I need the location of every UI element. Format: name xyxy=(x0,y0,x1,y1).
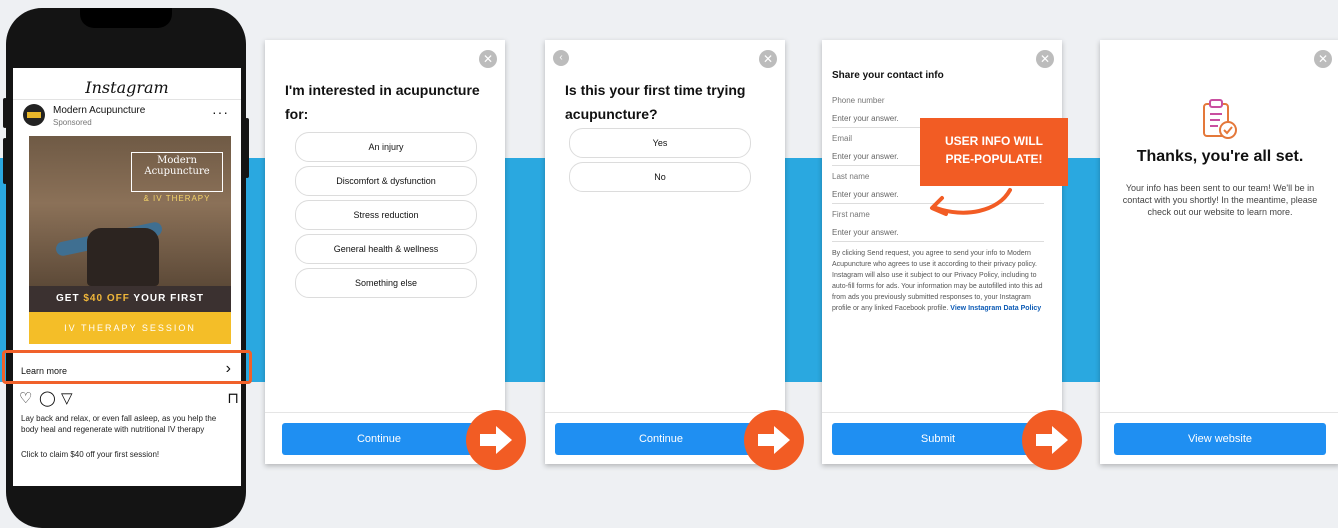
ad-promo-text: GET xyxy=(56,293,84,304)
option-button[interactable]: Yes xyxy=(569,128,751,158)
divider xyxy=(822,412,1062,413)
close-icon[interactable]: ✕ xyxy=(1314,50,1332,68)
privacy-disclaimer: By clicking Send request, you agree to s… xyxy=(832,248,1046,314)
phone-side-button xyxy=(245,118,249,178)
learn-more-highlight xyxy=(2,350,252,384)
thanks-message: Your info has been sent to our team! We'… xyxy=(1122,183,1318,217)
view-website-button[interactable]: View website xyxy=(1114,423,1326,455)
form-title: Share your contact info xyxy=(832,70,944,81)
phone-notch xyxy=(80,8,172,28)
close-icon[interactable]: ✕ xyxy=(1036,50,1054,68)
divider xyxy=(13,99,241,100)
option-button[interactable]: Discomfort & dysfunction xyxy=(295,166,477,196)
data-policy-link[interactable]: View Instagram Data Policy xyxy=(950,305,1041,312)
ad-promo-highlight: $40 OFF xyxy=(83,293,130,304)
first-name-field[interactable]: Enter your answer. xyxy=(832,228,1044,242)
account-name[interactable]: Modern Acupuncture xyxy=(53,105,145,116)
ad-brand-line: Acupuncture xyxy=(144,166,210,177)
option-button[interactable]: General health & wellness xyxy=(295,234,477,264)
bookmark-icon[interactable]: ⊓ xyxy=(227,390,239,408)
phone-side-button xyxy=(3,138,7,184)
divider xyxy=(1100,412,1338,413)
continue-button[interactable]: Continue xyxy=(555,423,767,455)
form-card-thanks: ✕ Thanks, you're all set. Your info has … xyxy=(1100,40,1338,464)
close-icon[interactable]: ✕ xyxy=(479,50,497,68)
form-card-first-time: ‹ ✕ Is this your first time trying acupu… xyxy=(545,40,785,464)
ad-photo: Modern Acupuncture & IV THERAPY xyxy=(29,136,231,286)
divider xyxy=(545,412,785,413)
question-title: Is this your first time trying acupunctu… xyxy=(565,82,746,122)
continue-button[interactable]: Continue xyxy=(282,423,476,455)
last-name-label: Last name xyxy=(832,172,870,181)
avatar[interactable] xyxy=(23,104,45,126)
ad-promo-text: YOUR FIRST xyxy=(129,293,204,304)
ad-session-banner: IV THERAPY SESSION xyxy=(29,312,231,344)
callout-line: USER INFO WILL xyxy=(945,134,1043,148)
post-claim: Click to claim $40 off your first sessio… xyxy=(21,450,160,459)
ad-brand-sub: & IV THERAPY xyxy=(143,194,211,203)
curved-arrow-icon xyxy=(930,188,1012,216)
option-button[interactable]: Something else xyxy=(295,268,477,298)
instagram-screen: Instagram Modern Acupuncture Sponsored ·… xyxy=(13,68,241,486)
phone-mockup: Instagram Modern Acupuncture Sponsored ·… xyxy=(3,8,249,528)
next-arrow-icon xyxy=(1022,410,1082,470)
phone-side-button xyxy=(3,98,7,128)
option-button[interactable]: Stress reduction xyxy=(295,200,477,230)
ad-brand-logo: Modern Acupuncture & IV THERAPY xyxy=(131,152,223,203)
ad-promo: GET $40 OFF YOUR FIRST xyxy=(29,286,231,312)
comment-icon[interactable]: ◯ xyxy=(39,390,56,408)
heart-icon[interactable]: ♡ xyxy=(19,390,32,408)
post-caption: Lay back and relax, or even fall asleep,… xyxy=(21,414,217,434)
thanks-title: Thanks, you're all set. xyxy=(1136,148,1304,165)
ad-brand-line: Modern xyxy=(157,155,197,166)
close-icon[interactable]: ✕ xyxy=(759,50,777,68)
ad-image[interactable]: Modern Acupuncture & IV THERAPY GET $40 … xyxy=(29,136,231,344)
post-actions: ♡ ◯ ▽ ⊓ xyxy=(19,390,239,408)
disclaimer-text: By clicking Send request, you agree to s… xyxy=(832,250,1043,312)
prepopulate-callout: USER INFO WILL PRE-POPULATE! xyxy=(920,118,1068,186)
email-label: Email xyxy=(832,134,853,143)
option-button[interactable]: An injury xyxy=(295,132,477,162)
back-icon[interactable]: ‹ xyxy=(553,50,569,66)
clipboard-check-icon xyxy=(1203,99,1237,139)
submit-button[interactable]: Submit xyxy=(832,423,1044,455)
next-arrow-icon xyxy=(744,410,804,470)
sponsored-label: Sponsored xyxy=(53,118,92,127)
question-title: I'm interested in acupuncture for: xyxy=(285,82,480,122)
phone-label: Phone number xyxy=(832,96,885,105)
more-options-icon[interactable]: ··· xyxy=(212,104,229,120)
form-card-contact: ✕ Share your contact info Phone number E… xyxy=(822,40,1062,464)
form-card-interest: ✕ I'm interested in acupuncture for: An … xyxy=(265,40,505,464)
next-arrow-icon xyxy=(466,410,526,470)
callout-line: PRE-POPULATE! xyxy=(945,152,1043,166)
instagram-logo: Instagram xyxy=(85,78,169,97)
divider xyxy=(265,412,505,413)
option-button[interactable]: No xyxy=(569,162,751,192)
chair-shape xyxy=(87,228,159,286)
share-icon[interactable]: ▽ xyxy=(61,390,73,408)
first-name-label: First name xyxy=(832,210,870,219)
